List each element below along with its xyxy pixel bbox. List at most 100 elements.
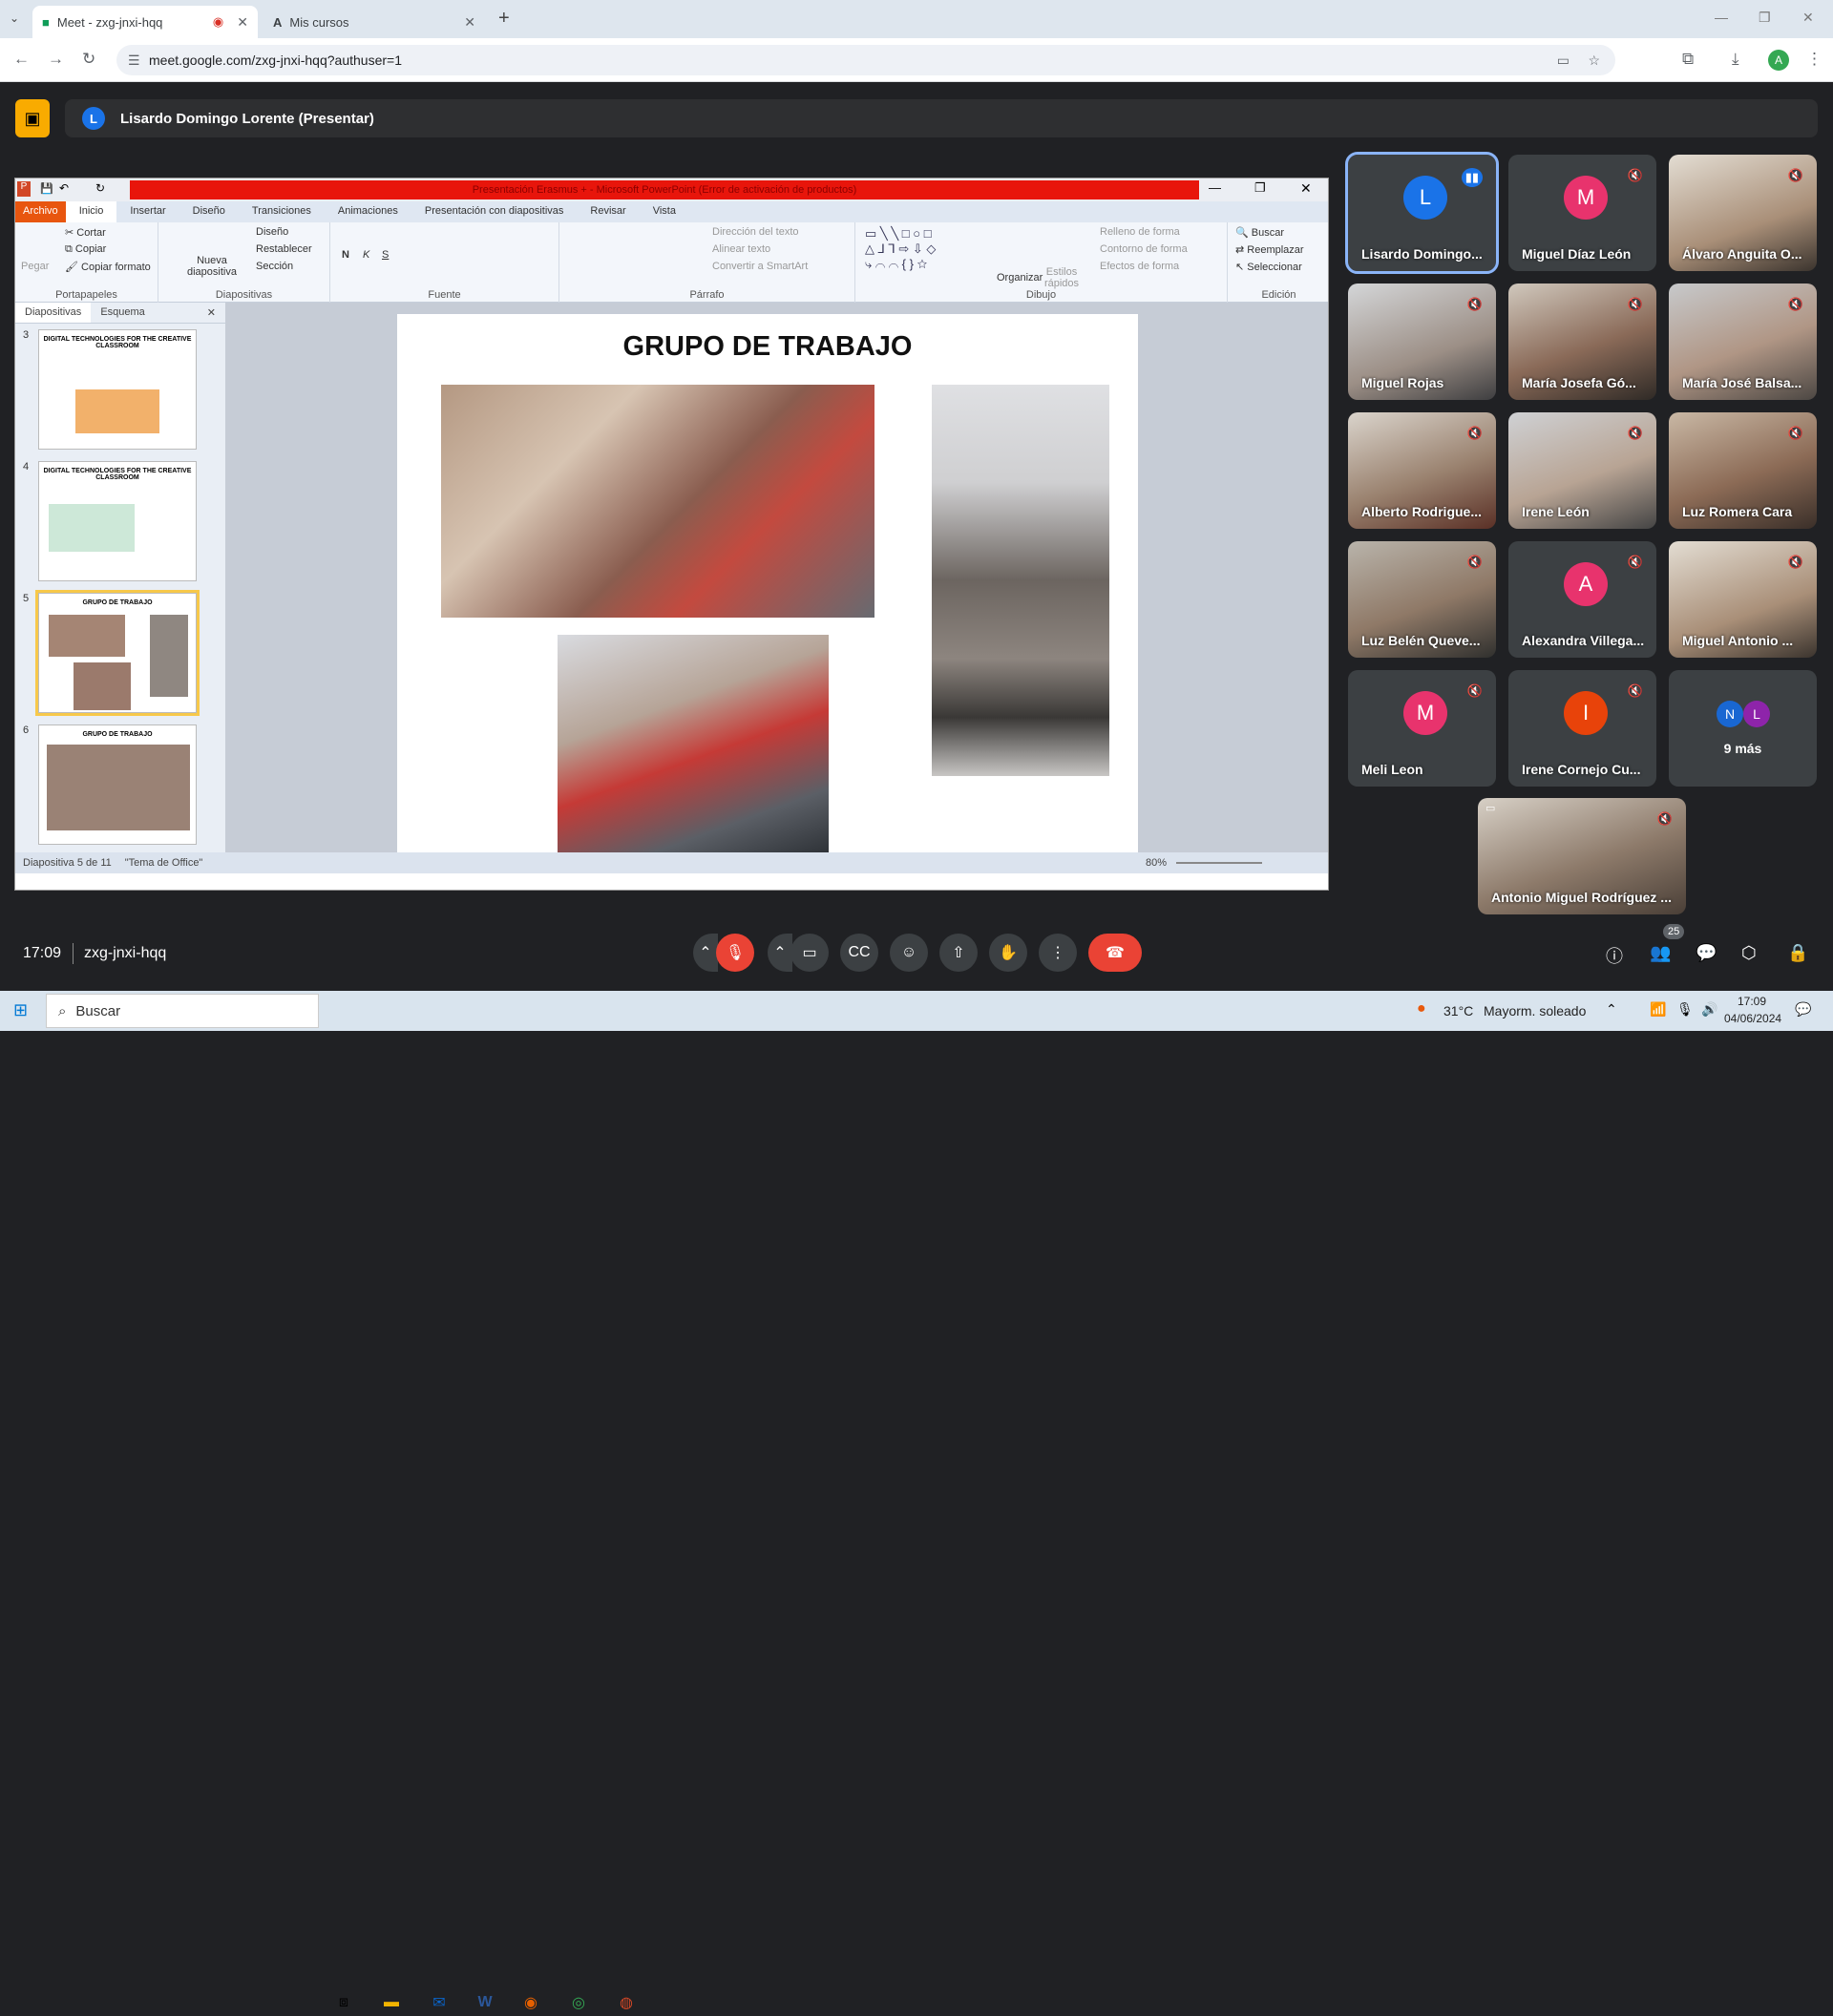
slide-thumbnail[interactable]: DIGITAL TECHNOLOGIES FOR THE CREATIVE CL…: [38, 461, 197, 581]
slide-thumbnail-selected[interactable]: GRUPO DE TRABAJO: [35, 590, 200, 716]
arrange-button[interactable]: Organizar: [997, 272, 1043, 284]
zoom-level[interactable]: 80%: [1146, 857, 1167, 869]
raise-hand-button[interactable]: ✋: [989, 934, 1027, 972]
minimize-icon[interactable]: —: [1209, 180, 1221, 195]
layout-button[interactable]: Diseño: [256, 226, 288, 238]
slide-title[interactable]: GRUPO DE TRABAJO: [397, 331, 1138, 363]
people-icon[interactable]: 👥: [1650, 943, 1671, 963]
powerpoint-icon[interactable]: ◍: [613, 1989, 640, 2016]
firefox-icon[interactable]: ◉: [517, 1989, 544, 2016]
mail-icon[interactable]: ✉: [426, 1989, 453, 2016]
forward-icon[interactable]: →: [48, 50, 64, 69]
taskbar-search[interactable]: ⌕ Buscar: [46, 994, 319, 1028]
shape-outline-button[interactable]: Contorno de forma: [1100, 243, 1188, 255]
undo-icon[interactable]: ↶: [59, 181, 69, 195]
tab-presentacion[interactable]: Presentación con diapositivas: [411, 201, 578, 222]
task-view-icon[interactable]: ⧈: [330, 1989, 357, 2016]
shape-effects-button[interactable]: Efectos de forma: [1100, 261, 1179, 272]
tab-search-icon[interactable]: ⌄: [10, 11, 19, 25]
participant-tile[interactable]: 🔇 Luz Romera Cara: [1669, 412, 1817, 529]
mic-muted-button[interactable]: 🎙: [716, 934, 754, 972]
tab-archivo[interactable]: Archivo: [15, 201, 66, 222]
tray-chevron-icon[interactable]: ⌃: [1606, 1001, 1617, 1018]
tab-inicio[interactable]: Inicio: [65, 201, 117, 222]
participant-tile[interactable]: 🔇 Álvaro Anguita O...: [1669, 155, 1817, 271]
slide-editor[interactable]: GRUPO DE TRABAJO: [225, 303, 1328, 852]
extensions-icon[interactable]: ⧉: [1682, 50, 1694, 69]
emoji-button[interactable]: ☺: [890, 934, 928, 972]
captions-button[interactable]: CC: [840, 934, 878, 972]
mic-tray-icon[interactable]: 🎙: [1676, 1001, 1694, 1018]
cut-button[interactable]: ✂ Cortar: [65, 226, 106, 239]
tab-transiciones[interactable]: Transiciones: [239, 201, 325, 222]
tab-revisar[interactable]: Revisar: [577, 201, 639, 222]
zoom-slider[interactable]: [1176, 862, 1262, 864]
current-slide[interactable]: GRUPO DE TRABAJO: [397, 314, 1138, 852]
tab-diapositivas[interactable]: Diapositivas: [15, 303, 92, 323]
participant-tile[interactable]: M 🔇 Miguel Díaz León: [1508, 155, 1656, 271]
shape-fill-button[interactable]: Relleno de forma: [1100, 226, 1180, 238]
tab-mis-cursos[interactable]: A Mis cursos ✕: [263, 6, 485, 38]
volume-icon[interactable]: 🔊: [1701, 1001, 1717, 1018]
slide-thumbnail[interactable]: DIGITAL TECHNOLOGIES FOR THE CREATIVE CL…: [38, 329, 197, 450]
participant-tile[interactable]: L ▮▮ Lisardo Domingo...: [1345, 152, 1499, 274]
group-photo-2[interactable]: [932, 385, 1109, 776]
profile-avatar[interactable]: A: [1768, 50, 1789, 71]
close-tab-icon[interactable]: ✕: [464, 14, 475, 31]
chat-icon[interactable]: 💬: [1696, 943, 1717, 963]
present-button[interactable]: ⇧: [939, 934, 978, 972]
find-button[interactable]: 🔍 Buscar: [1235, 226, 1284, 239]
redo-icon[interactable]: ↻: [95, 181, 105, 195]
participant-tile[interactable]: 🔇 Luz Belén Queve...: [1348, 541, 1496, 658]
tab-animaciones[interactable]: Animaciones: [325, 201, 411, 222]
host-controls-icon[interactable]: 🔒: [1787, 943, 1808, 963]
notifications-icon[interactable]: 💬: [1795, 1001, 1811, 1018]
participant-tile[interactable]: M 🔇 Meli Leon: [1348, 670, 1496, 787]
participant-tile[interactable]: A 🔇 Alexandra Villega...: [1508, 541, 1656, 658]
windows-start-icon[interactable]: ⊞: [13, 1000, 28, 1020]
meeting-info-icon[interactable]: ⓘ: [1606, 943, 1623, 968]
participant-tile[interactable]: 🔇 Miguel Rojas: [1348, 284, 1496, 400]
group-photo-1[interactable]: [441, 385, 874, 618]
reload-icon[interactable]: ↻: [82, 50, 95, 69]
site-info-icon[interactable]: ☰: [128, 52, 140, 69]
replace-button[interactable]: ⇄ Reemplazar: [1235, 243, 1304, 256]
menu-icon[interactable]: ⋮: [1806, 50, 1822, 69]
copy-format-button[interactable]: 🖌 Copiar formato: [65, 261, 151, 273]
restore-icon[interactable]: ❐: [1759, 10, 1771, 26]
slide-thumbnail[interactable]: GRUPO DE TRABAJO: [38, 724, 197, 845]
shapes-gallery[interactable]: ▭ ╲ ╲ □ ○ □ △ ⅃ ⅂ ⇨ ⇩ ◇ ⤷ ⌒ ⌒ { } ☆: [865, 226, 936, 272]
save-icon[interactable]: 💾: [40, 182, 53, 195]
tab-insertar[interactable]: Insertar: [116, 201, 179, 222]
tab-meet[interactable]: ■ Meet - zxg-jnxi-hqq ◉ ✕: [32, 6, 258, 38]
camera-icon[interactable]: ▭: [1557, 52, 1570, 69]
smartart-button[interactable]: Convertir a SmartArt: [712, 261, 808, 272]
close-panel-icon[interactable]: ✕: [198, 303, 225, 323]
pin-icon[interactable]: ▭: [1485, 802, 1495, 814]
group-photo-3[interactable]: [558, 635, 829, 852]
activities-icon[interactable]: ⬡: [1741, 943, 1757, 963]
close-window-icon[interactable]: ✕: [1802, 10, 1814, 26]
participant-tile[interactable]: 🔇 María José Balsa...: [1669, 284, 1817, 400]
tab-vista[interactable]: Vista: [640, 201, 689, 222]
close-icon[interactable]: ✕: [1300, 180, 1312, 197]
paste-button[interactable]: Pegar: [21, 261, 49, 272]
camera-button[interactable]: ▭: [790, 934, 829, 972]
participant-tile[interactable]: 🔇 Irene León: [1508, 412, 1656, 529]
restore-icon[interactable]: ❐: [1254, 180, 1266, 196]
new-slide-button[interactable]: Nueva diapositiva: [183, 255, 241, 278]
new-tab-icon[interactable]: +: [498, 8, 510, 30]
more-options-button[interactable]: ⋮: [1039, 934, 1077, 972]
more-participants-tile[interactable]: N L 9 más: [1669, 670, 1817, 787]
participant-tile[interactable]: 🔇 Alberto Rodrigue...: [1348, 412, 1496, 529]
bold-button[interactable]: N: [342, 249, 349, 261]
participant-tile[interactable]: I 🔇 Irene Cornejo Cu...: [1508, 670, 1656, 787]
downloads-icon[interactable]: ⤓: [1732, 50, 1739, 69]
word-icon[interactable]: W: [472, 1989, 498, 2016]
participant-tile[interactable]: 🔇 María Josefa Gó...: [1508, 284, 1656, 400]
back-icon[interactable]: ←: [13, 50, 30, 69]
quick-styles-button[interactable]: Estilos rápidos: [1043, 266, 1081, 289]
participant-tile[interactable]: 🔇 Miguel Antonio ...: [1669, 541, 1817, 658]
italic-button[interactable]: K: [363, 249, 369, 261]
tab-diseno[interactable]: Diseño: [179, 201, 239, 222]
